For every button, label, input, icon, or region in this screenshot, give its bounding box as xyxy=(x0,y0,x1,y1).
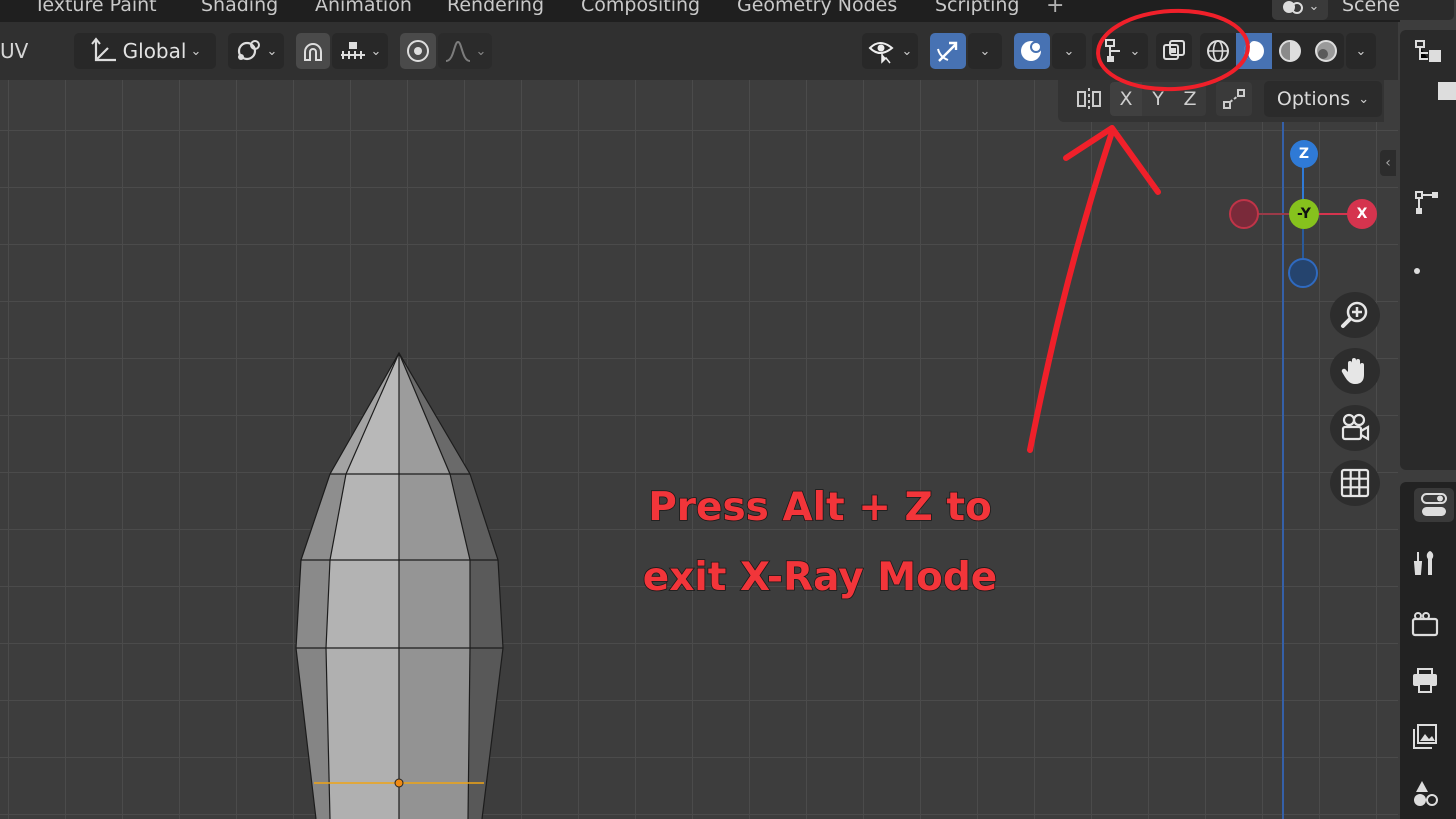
annotation-arrow xyxy=(1027,8,1250,453)
annotation-line-1: Press Alt + Z to xyxy=(647,484,992,531)
annotation-line-2: exit X-Ray Mode xyxy=(642,554,998,601)
annotation-text: Press Alt + Z to exit X-Ray Mode xyxy=(600,473,1040,613)
